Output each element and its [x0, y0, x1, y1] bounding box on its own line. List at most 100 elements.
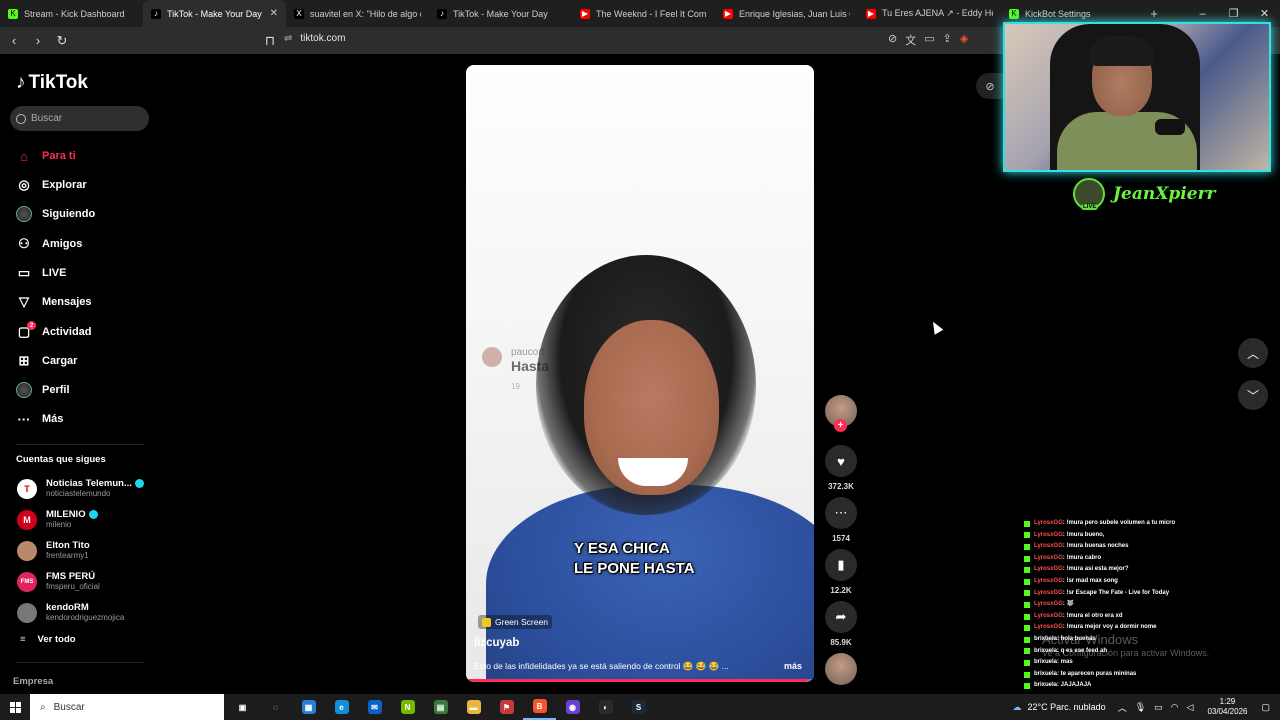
widgets-icon[interactable]: ◌: [259, 694, 292, 720]
account-handle: kendorodriguezmojica: [46, 613, 125, 622]
weather-widget[interactable]: ☁ 22°C Parc. nublado: [1013, 702, 1106, 713]
volume-icon[interactable]: ◁: [1187, 702, 1194, 713]
next-video-button[interactable]: ﹀: [1238, 380, 1268, 410]
chat-text: : !mura buenas noches: [1062, 543, 1129, 550]
like-button[interactable]: ♥ 372.3K: [824, 445, 858, 491]
sidebar-item-amigos[interactable]: ⚇ Amigos: [16, 234, 82, 254]
video-player[interactable]: paucort Hasta 19 Y ESA CHICA LE PONE HAS…: [466, 65, 814, 682]
sidebar-item-actividad[interactable]: ▢ 2 Actividad: [16, 321, 92, 342]
url-field[interactable]: ⇌ tiktok.com: [284, 33, 345, 44]
followed-account[interactable]: FMS FMS PERÚ fmsperu_oficial: [17, 571, 100, 592]
sidebar-item-más[interactable]: ··· Más: [16, 409, 64, 429]
reload-icon[interactable]: ↻: [52, 31, 72, 51]
sidebar-item-para-ti[interactable]: ⌂ Para ti: [16, 146, 76, 166]
chat-message: LyrosxGG: !mura buenas noches: [1024, 541, 1254, 553]
translate-icon[interactable]: 文: [905, 32, 916, 48]
followed-account[interactable]: M MILENIO milenio: [17, 509, 98, 530]
followed-account[interactable]: T Noticias Telemun... noticiastelemundo: [17, 478, 144, 499]
search-input[interactable]: Buscar: [10, 106, 149, 131]
browser-tab[interactable]: Xsuavitel en X: "Hilo de algo que: [286, 0, 429, 27]
clock-time: 1:29: [1219, 697, 1236, 706]
sidebar-item-perfil[interactable]: Perfil: [16, 380, 70, 400]
webcam-microphone: [1155, 119, 1185, 135]
explorer-icon[interactable]: ▬: [457, 694, 490, 720]
forward-icon[interactable]: ›: [28, 31, 48, 51]
block-icon[interactable]: ⊘: [888, 32, 897, 48]
close-tab-icon[interactable]: ✕: [270, 8, 278, 19]
video-progress-bar[interactable]: [466, 679, 814, 682]
app-glyph: B: [532, 699, 547, 713]
chat-text: : !mura pero subele volumen a tu micro: [1062, 520, 1176, 526]
cast-icon[interactable]: ▭: [924, 32, 934, 48]
browser-tab[interactable]: ▶ Tu Eres AJENA ↗ - Eddy Herr: [858, 0, 1001, 27]
clock[interactable]: 1:29 03/04/2026: [1207, 697, 1247, 717]
browser-tab[interactable]: ♪ TikTok - Make Your Day ✕: [143, 0, 286, 27]
tiktok-logo[interactable]: ♪ TikTok: [16, 72, 88, 94]
tab-favicon-icon: ♪: [151, 8, 161, 19]
brave-shield-icon[interactable]: ◈: [960, 32, 968, 48]
nvidia-icon[interactable]: N: [391, 694, 424, 720]
chat-message: LyrosxGG: !mura el otro era xd: [1024, 611, 1254, 623]
share-icon[interactable]: ⇪: [943, 32, 952, 48]
browser-tab[interactable]: ▶ Enrique Iglesias, Juan Luis Gue: [715, 0, 858, 27]
tool-icon[interactable]: ⚑: [490, 694, 523, 720]
sound-disc-button[interactable]: [824, 653, 858, 685]
taskbar-search[interactable]: ⌕ Buscar: [30, 694, 224, 720]
steam-icon[interactable]: S: [622, 694, 655, 720]
brave-icon[interactable]: B: [523, 694, 556, 720]
app-glyph: e: [334, 700, 349, 714]
mic-icon[interactable]: 🎙: [1135, 702, 1146, 713]
account-handle: noticiastelemundo: [46, 489, 111, 498]
account-name: Elton Tito: [46, 540, 90, 551]
tab-title: KickBot Settings: [1025, 8, 1091, 19]
creator-avatar-button[interactable]: +: [824, 395, 858, 432]
tab-title: TikTok - Make Your Day: [167, 8, 262, 19]
video-caption: Y ESA CHICA LE PONE HASTA: [574, 539, 695, 579]
discord-icon[interactable]: ◐: [589, 694, 622, 720]
weather-text: 22°C Parc. nublado: [1027, 702, 1106, 712]
sidebar-item-mensajes[interactable]: ▽ Mensajes: [16, 292, 92, 312]
site-info-icon[interactable]: ⇌: [284, 33, 292, 44]
network-icon[interactable]: ▭: [1154, 702, 1163, 713]
tray-chevron-icon[interactable]: ︿: [1118, 701, 1127, 714]
sidebar-item-siguiendo[interactable]: Siguiendo: [16, 204, 95, 224]
browser-tab[interactable]: ▶ The Weeknd - I Feel It Coming: [572, 0, 715, 27]
notifications-icon[interactable]: ▢: [1261, 702, 1270, 713]
media-icon[interactable]: ▤: [424, 694, 457, 720]
sidebar-item-live[interactable]: ▭ LIVE: [16, 263, 67, 283]
bookmark-icon[interactable]: ⊓: [260, 31, 280, 51]
see-all-button[interactable]: ≡ Ver todo: [20, 634, 76, 645]
sidebar-item-label: Mensajes: [42, 296, 92, 308]
tab-title: suavitel en X: "Hilo de algo que: [310, 8, 421, 19]
tab-favicon-icon: ▶: [723, 8, 733, 19]
browser-tab[interactable]: K Stream - Kick Dashboard: [0, 0, 143, 27]
sidebar-item-label: Cargar: [42, 355, 78, 367]
account-handle: fmsperu_oficial: [46, 582, 100, 591]
effect-label: Green Screen: [495, 617, 548, 627]
wifi-icon[interactable]: ◠: [1171, 702, 1179, 713]
sidebar-item-explorar[interactable]: ◎ Explorar: [16, 175, 86, 195]
footer-company-link[interactable]: Empresa: [13, 676, 53, 687]
comment-button[interactable]: ⋯ 1574: [824, 497, 858, 543]
followed-account[interactable]: kendoRM kendorodriguezmojica: [17, 602, 124, 623]
mail-icon[interactable]: ✉: [358, 694, 391, 720]
app-glyph: ◌: [273, 702, 278, 712]
video-author[interactable]: lizcuyab: [474, 637, 519, 649]
sidebar-item-cargar[interactable]: ⊞ Cargar: [16, 351, 78, 371]
more-button[interactable]: más: [784, 661, 802, 671]
overlay-settings-icon[interactable]: ⊘: [976, 73, 1004, 99]
browser-tab[interactable]: ♪ TikTok - Make Your Day: [429, 0, 572, 27]
chat-username: LyrosxGG: [1034, 554, 1063, 561]
share-button[interactable]: ➦ 85.9K: [824, 601, 858, 647]
store-icon[interactable]: ▦: [292, 694, 325, 720]
edge-icon[interactable]: e: [325, 694, 358, 720]
effect-tag[interactable]: Green Screen: [478, 615, 552, 629]
task-view-icon[interactable]: ▣: [226, 694, 259, 720]
followed-account[interactable]: Elton Tito frentearmy1: [17, 540, 90, 561]
back-icon[interactable]: ‹: [4, 31, 24, 51]
obs-icon[interactable]: ◉: [556, 694, 589, 720]
start-button[interactable]: [0, 694, 30, 720]
bookmark-button[interactable]: ▮ 12.2K: [824, 549, 858, 595]
follow-plus-icon[interactable]: +: [834, 419, 847, 432]
previous-video-button[interactable]: ︿: [1238, 338, 1268, 368]
